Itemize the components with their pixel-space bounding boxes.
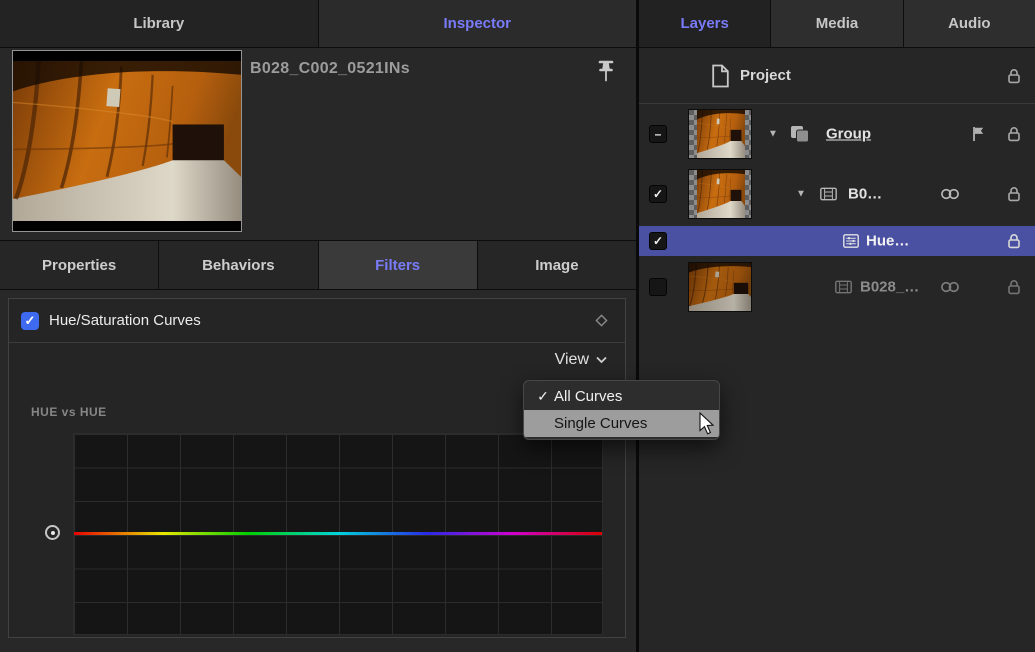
inspector-tabbar: Properties Behaviors Filters Image bbox=[0, 240, 636, 290]
lock-icon[interactable] bbox=[1007, 279, 1021, 295]
link-icon bbox=[940, 281, 960, 294]
disclosure-triangle[interactable]: ▼ bbox=[796, 189, 806, 200]
checkmark-glyph: ✓ bbox=[653, 234, 663, 248]
clip-title: B028_C002_0521INs bbox=[250, 60, 410, 78]
menu-item-single-curves-label: Single Curves bbox=[554, 415, 647, 432]
view-dropdown-label: View bbox=[555, 351, 589, 369]
checkmark-glyph: ✓ bbox=[25, 313, 36, 329]
curve-select-radio[interactable] bbox=[45, 525, 60, 540]
menu-item-all-curves[interactable]: ✓ All Curves bbox=[524, 383, 719, 410]
tunnel-image bbox=[13, 61, 241, 221]
lock-icon[interactable] bbox=[1007, 233, 1021, 249]
lock-icon[interactable] bbox=[1007, 68, 1021, 84]
tab-layers[interactable]: Layers bbox=[639, 0, 771, 47]
hue-saturation-curves-filter: ✓ Hue/Saturation Curves View bbox=[8, 298, 626, 638]
hue-filter-label[interactable]: Hue… bbox=[866, 233, 909, 250]
checkmark-glyph: ✓ bbox=[653, 187, 663, 201]
clip-thumbnail[interactable] bbox=[688, 262, 752, 312]
film-clip-icon bbox=[820, 188, 837, 201]
menu-item-all-curves-label: All Curves bbox=[554, 388, 622, 405]
tab-image[interactable]: Image bbox=[478, 241, 636, 289]
tab-audio-label: Audio bbox=[948, 15, 991, 32]
link-icon bbox=[940, 188, 960, 201]
lock-icon[interactable] bbox=[1007, 126, 1021, 142]
layer-row-group[interactable]: – ▼ Group bbox=[639, 104, 1035, 164]
library-inspector-tabbar: Library Inspector bbox=[0, 0, 636, 48]
tab-library-label: Library bbox=[133, 15, 184, 32]
filter-title: Hue/Saturation Curves bbox=[49, 312, 201, 329]
inspector-header: B028_C002_0521INs bbox=[0, 48, 636, 240]
tab-inspector[interactable]: Inspector bbox=[319, 0, 637, 47]
filters-pane: ✓ Hue/Saturation Curves View bbox=[0, 290, 636, 652]
filter-header: ✓ Hue/Saturation Curves bbox=[9, 299, 625, 342]
clip-activation-checkbox[interactable]: ✓ bbox=[649, 185, 667, 203]
pin-button[interactable] bbox=[588, 54, 624, 92]
menu-item-single-curves[interactable]: Single Curves bbox=[524, 410, 719, 437]
tab-media[interactable]: Media bbox=[771, 0, 903, 47]
layers-media-audio-tabbar: Layers Media Audio bbox=[639, 0, 1035, 48]
tab-behaviors[interactable]: Behaviors bbox=[159, 241, 318, 289]
flag-icon bbox=[971, 126, 985, 143]
inspector-panel: Library Inspector B028_C002_0521INs bbox=[0, 0, 636, 652]
curve-section-label: HUE vs HUE bbox=[31, 405, 107, 419]
tab-properties-label: Properties bbox=[42, 257, 116, 274]
filter-activation-checkbox[interactable]: ✓ bbox=[649, 232, 667, 250]
chevron-down-icon bbox=[596, 356, 607, 364]
tab-behaviors-label: Behaviors bbox=[202, 257, 275, 274]
lock-icon[interactable] bbox=[1007, 186, 1021, 202]
group-icon bbox=[790, 125, 810, 143]
clip-b0-label[interactable]: B0… bbox=[848, 186, 882, 203]
disclosure-triangle[interactable]: ▼ bbox=[768, 129, 778, 140]
keyframe-diamond-icon[interactable] bbox=[594, 313, 609, 328]
tab-library[interactable]: Library bbox=[0, 0, 319, 47]
tab-image-label: Image bbox=[535, 257, 578, 274]
clip-activation-checkbox-unchecked[interactable] bbox=[649, 278, 667, 296]
layer-row-clip-b028[interactable]: B028_… bbox=[639, 258, 1035, 316]
project-row[interactable]: Project bbox=[639, 48, 1035, 104]
film-clip-icon bbox=[835, 281, 852, 294]
group-activation-checkbox[interactable]: – bbox=[649, 125, 667, 143]
project-document-icon bbox=[711, 64, 730, 88]
mixed-glyph: – bbox=[655, 127, 662, 141]
menu-checkmark: ✓ bbox=[532, 388, 554, 405]
tab-audio[interactable]: Audio bbox=[904, 0, 1035, 47]
tab-properties[interactable]: Properties bbox=[0, 241, 159, 289]
filter-enable-checkbox[interactable]: ✓ bbox=[21, 312, 39, 330]
clip-thumbnail[interactable] bbox=[688, 169, 752, 219]
tab-filters-label: Filters bbox=[375, 257, 420, 274]
tab-inspector-label: Inspector bbox=[443, 15, 511, 32]
view-dropdown-button[interactable]: View bbox=[555, 351, 607, 369]
group-label[interactable]: Group bbox=[826, 126, 871, 143]
motion-window: Library Inspector B028_C002_0521INs bbox=[0, 0, 1035, 652]
clip-preview-thumbnail bbox=[12, 50, 242, 232]
tab-filters[interactable]: Filters bbox=[319, 241, 478, 289]
filter-header-divider bbox=[9, 342, 625, 343]
tab-media-label: Media bbox=[816, 15, 859, 32]
filter-icon bbox=[843, 234, 859, 248]
tab-layers-label: Layers bbox=[680, 15, 728, 32]
hue-curve-line[interactable] bbox=[74, 532, 602, 535]
view-dropdown-menu: ✓ All Curves Single Curves bbox=[523, 380, 720, 440]
layers-panel: Layers Media Audio Project bbox=[639, 0, 1035, 652]
layer-row-clip-b0[interactable]: ✓ ▼ B0… bbox=[639, 164, 1035, 224]
clip-b028-label[interactable]: B028_… bbox=[860, 279, 919, 296]
pin-icon bbox=[595, 58, 617, 88]
group-thumbnail[interactable] bbox=[688, 109, 752, 159]
project-label: Project bbox=[740, 67, 791, 84]
hue-vs-hue-graph[interactable] bbox=[73, 433, 603, 635]
layer-row-hue-filter-selected[interactable]: ✓ Hue… bbox=[639, 226, 1035, 256]
